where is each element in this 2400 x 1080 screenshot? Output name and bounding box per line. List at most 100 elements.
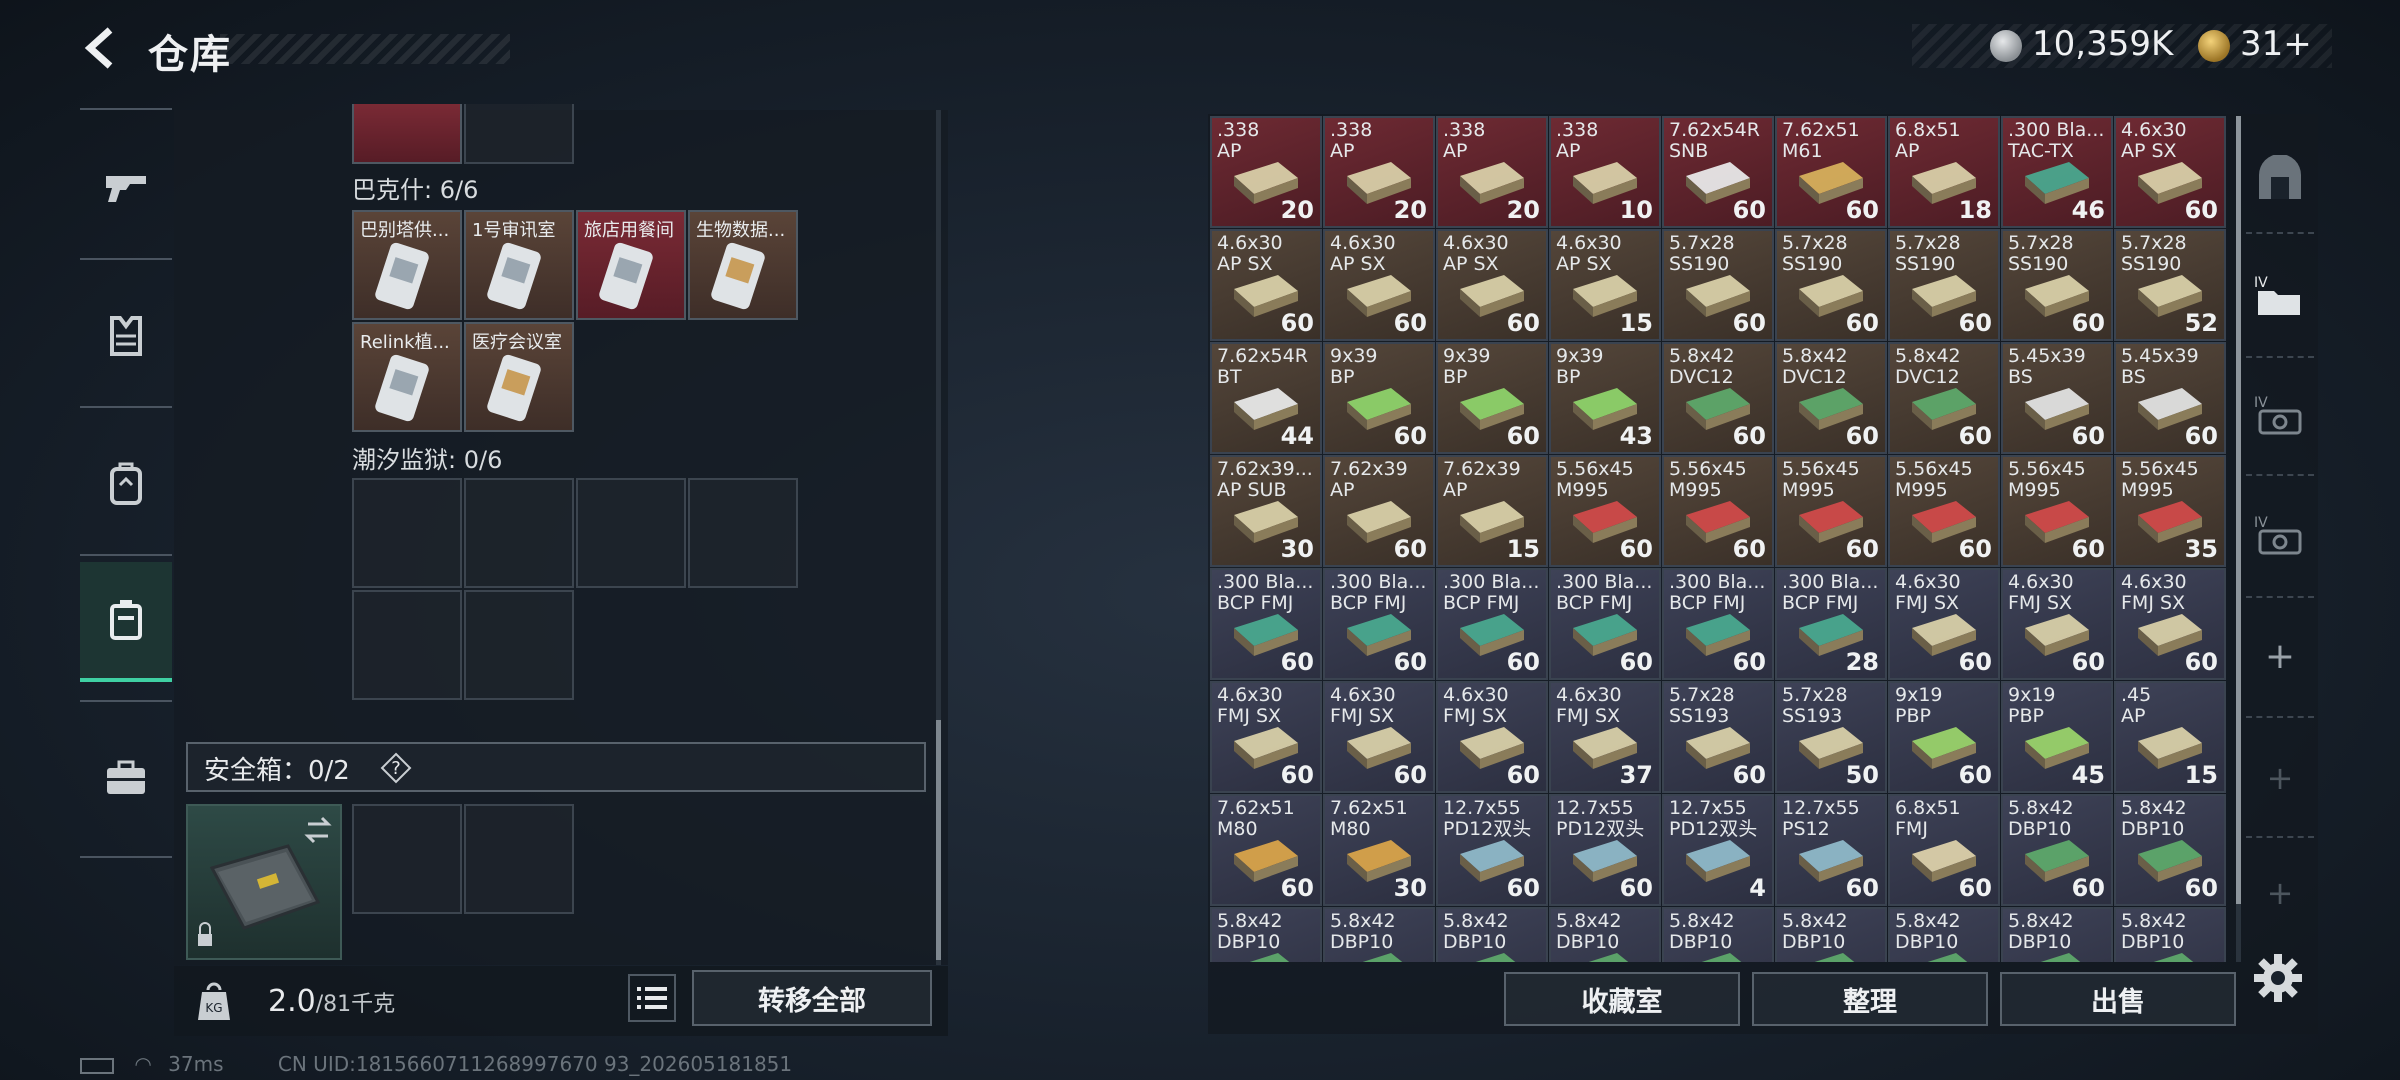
ammo-slot[interactable]: 5.45x39 BS 60: [2001, 342, 2113, 454]
ammo-slot[interactable]: 5.7x28 SS190 60: [1888, 229, 2000, 341]
ammo-slot[interactable]: 4.6x30 FMJ SX 60: [1888, 568, 2000, 680]
empty-slot[interactable]: [352, 590, 462, 700]
ammo-slot[interactable]: 6.8x51 FMJ 60: [1888, 794, 2000, 906]
keycard-slot[interactable]: 1号审讯室: [464, 210, 574, 320]
rail-item-tier4-case-b[interactable]: IV: [2246, 486, 2314, 586]
ammo-slot[interactable]: 5.8x42 DBP10: [1888, 907, 2000, 962]
ammo-slot[interactable]: 5.8x42 DBP10 60: [2114, 794, 2226, 906]
warehouse-scrollbar-thumb[interactable]: [2236, 116, 2241, 904]
ammo-slot[interactable]: 5.8x42 DBP10: [2001, 907, 2113, 962]
ammo-slot[interactable]: 7.62x39 AP 15: [1436, 455, 1548, 567]
empty-slot[interactable]: [352, 478, 462, 588]
organize-button[interactable]: 整理: [1752, 972, 1988, 1026]
ammo-slot[interactable]: .338 AP 20: [1436, 116, 1548, 228]
rail-item-vault[interactable]: [2246, 128, 2314, 228]
ammo-slot[interactable]: 5.8x42 DBP10: [1662, 907, 1774, 962]
ammo-grid[interactable]: .338 AP 20 .338 AP 20 .338 AP 20 .338 AP 10 7.62…: [1210, 116, 2230, 962]
ammo-slot[interactable]: 12.7x55 PS12 60: [1775, 794, 1887, 906]
ammo-slot[interactable]: 4.6x30 AP SX 15: [1549, 229, 1661, 341]
sidebar-item-container[interactable]: [80, 562, 172, 682]
ammo-slot[interactable]: 5.7x28 SS193 50: [1775, 681, 1887, 793]
empty-slot[interactable]: [464, 478, 574, 588]
ammo-slot[interactable]: 6.8x51 AP 18: [1888, 116, 2000, 228]
ammo-slot[interactable]: .300 Bla... BCP FMJ 60: [1323, 568, 1435, 680]
ammo-slot[interactable]: 4.6x30 AP SX 60: [2114, 116, 2226, 228]
ammo-slot[interactable]: .338 AP 20: [1210, 116, 1322, 228]
ammo-slot[interactable]: 5.8x42 DBP10: [1549, 907, 1661, 962]
ammo-slot[interactable]: 5.56x45 M995 60: [2001, 455, 2113, 567]
rail-item-tier4-folder[interactable]: IV: [2246, 246, 2314, 346]
ammo-slot[interactable]: 5.8x42 DBP10: [1210, 907, 1322, 962]
keycard-slot[interactable]: 生物数据...: [688, 210, 798, 320]
ammo-slot[interactable]: 5.7x28 SS190 52: [2114, 229, 2226, 341]
keycard-slot[interactable]: Relink植...: [352, 322, 462, 432]
safe-box-item[interactable]: [186, 804, 342, 960]
ammo-slot[interactable]: .300 Bla... BCP FMJ 60: [1662, 568, 1774, 680]
sidebar-item-backpack[interactable]: [80, 424, 172, 544]
ammo-slot[interactable]: 5.8x42 DVC12 60: [1888, 342, 2000, 454]
ammo-slot[interactable]: 12.7x55 PD12双头 4: [1662, 794, 1774, 906]
sell-button[interactable]: 出售: [2000, 972, 2236, 1026]
empty-slot[interactable]: [464, 590, 574, 700]
empty-slot[interactable]: [464, 104, 574, 164]
ammo-slot[interactable]: 5.56x45 M995 60: [1775, 455, 1887, 567]
ammo-slot[interactable]: .300 Bla... BCP FMJ 60: [1436, 568, 1548, 680]
list-view-button[interactable]: [628, 974, 676, 1022]
ammo-slot[interactable]: 5.7x28 SS190 60: [1775, 229, 1887, 341]
ammo-slot[interactable]: 7.62x51 M80 60: [1210, 794, 1322, 906]
ammo-slot[interactable]: 4.6x30 FMJ SX 60: [1323, 681, 1435, 793]
ammo-slot[interactable]: 5.8x42 DBP10: [2114, 907, 2226, 962]
sidebar-item-briefcase[interactable]: [80, 718, 172, 838]
ammo-slot[interactable]: 7.62x39 AP 60: [1323, 455, 1435, 567]
rail-add-button[interactable]: +: [2246, 606, 2314, 706]
ammo-slot[interactable]: 5.56x45 M995 35: [2114, 455, 2226, 567]
ammo-slot[interactable]: 12.7x55 PD12双头 60: [1436, 794, 1548, 906]
ammo-slot[interactable]: 5.7x28 SS190 60: [1662, 229, 1774, 341]
ammo-slot[interactable]: 4.6x30 FMJ SX 60: [1210, 681, 1322, 793]
sidebar-item-weapon[interactable]: [80, 128, 172, 248]
ammo-slot[interactable]: 5.8x42 DVC12 60: [1662, 342, 1774, 454]
ammo-slot[interactable]: 4.6x30 FMJ SX 37: [1549, 681, 1661, 793]
ammo-slot[interactable]: 7.62x54R BT 44: [1210, 342, 1322, 454]
ammo-slot[interactable]: 5.8x42 DVC12 60: [1775, 342, 1887, 454]
ammo-slot[interactable]: 9x19 PBP 45: [2001, 681, 2113, 793]
ammo-slot[interactable]: 5.56x45 M995 60: [1888, 455, 2000, 567]
ammo-slot[interactable]: 12.7x55 PD12双头 60: [1549, 794, 1661, 906]
ammo-slot[interactable]: 7.62x51 M61 60: [1775, 116, 1887, 228]
ammo-slot[interactable]: .300 Bla... BCP FMJ 60: [1210, 568, 1322, 680]
ammo-slot[interactable]: 9x39 BP 43: [1549, 342, 1661, 454]
ammo-slot[interactable]: .45 AP 15: [2114, 681, 2226, 793]
empty-slot[interactable]: [352, 804, 462, 914]
ammo-slot[interactable]: 7.62x51 M80 30: [1323, 794, 1435, 906]
empty-slot[interactable]: [576, 478, 686, 588]
transfer-all-button[interactable]: 转移全部: [692, 970, 932, 1026]
keycard-slot[interactable]: 旅店用餐间: [576, 210, 686, 320]
ammo-slot[interactable]: 4.6x30 AP SX 60: [1436, 229, 1548, 341]
help-icon[interactable]: ?: [380, 752, 412, 784]
ammo-slot[interactable]: .300 Bla... BCP FMJ 28: [1775, 568, 1887, 680]
rail-item-tier4-case-a[interactable]: IV: [2246, 366, 2314, 466]
ammo-slot[interactable]: 4.6x30 FMJ SX 60: [2114, 568, 2226, 680]
back-arrow-icon[interactable]: [78, 24, 126, 72]
sidebar-item-armor[interactable]: [80, 276, 172, 396]
ammo-slot[interactable]: 5.8x42 DBP10: [1323, 907, 1435, 962]
ammo-slot[interactable]: .338 AP 10: [1549, 116, 1661, 228]
ammo-slot[interactable]: 4.6x30 FMJ SX 60: [1436, 681, 1548, 793]
ammo-slot[interactable]: 5.56x45 M995 60: [1549, 455, 1661, 567]
empty-slot[interactable]: [688, 478, 798, 588]
keycard-slot[interactable]: 医疗会议室: [464, 322, 574, 432]
ammo-slot[interactable]: .300 Bla... TAC-TX 46: [2001, 116, 2113, 228]
collection-room-button[interactable]: 收藏室: [1504, 972, 1740, 1026]
ammo-slot[interactable]: 4.6x30 AP SX 60: [1210, 229, 1322, 341]
ammo-slot[interactable]: 4.6x30 FMJ SX 60: [2001, 568, 2113, 680]
ammo-slot[interactable]: 9x39 BP 60: [1323, 342, 1435, 454]
ammo-slot[interactable]: 5.7x28 SS193 60: [1662, 681, 1774, 793]
keycard-slot[interactable]: 巴别塔供...: [352, 210, 462, 320]
ammo-slot[interactable]: 5.8x42 DBP10: [1436, 907, 1548, 962]
storage-slot[interactable]: [352, 104, 462, 164]
ammo-slot[interactable]: 7.62x39... AP SUB 30: [1210, 455, 1322, 567]
ammo-slot[interactable]: 9x19 PBP 60: [1888, 681, 2000, 793]
gear-icon[interactable]: [2250, 950, 2306, 1006]
storage-scrollbar-thumb[interactable]: [936, 720, 941, 960]
ammo-slot[interactable]: .300 Bla... BCP FMJ 60: [1549, 568, 1661, 680]
